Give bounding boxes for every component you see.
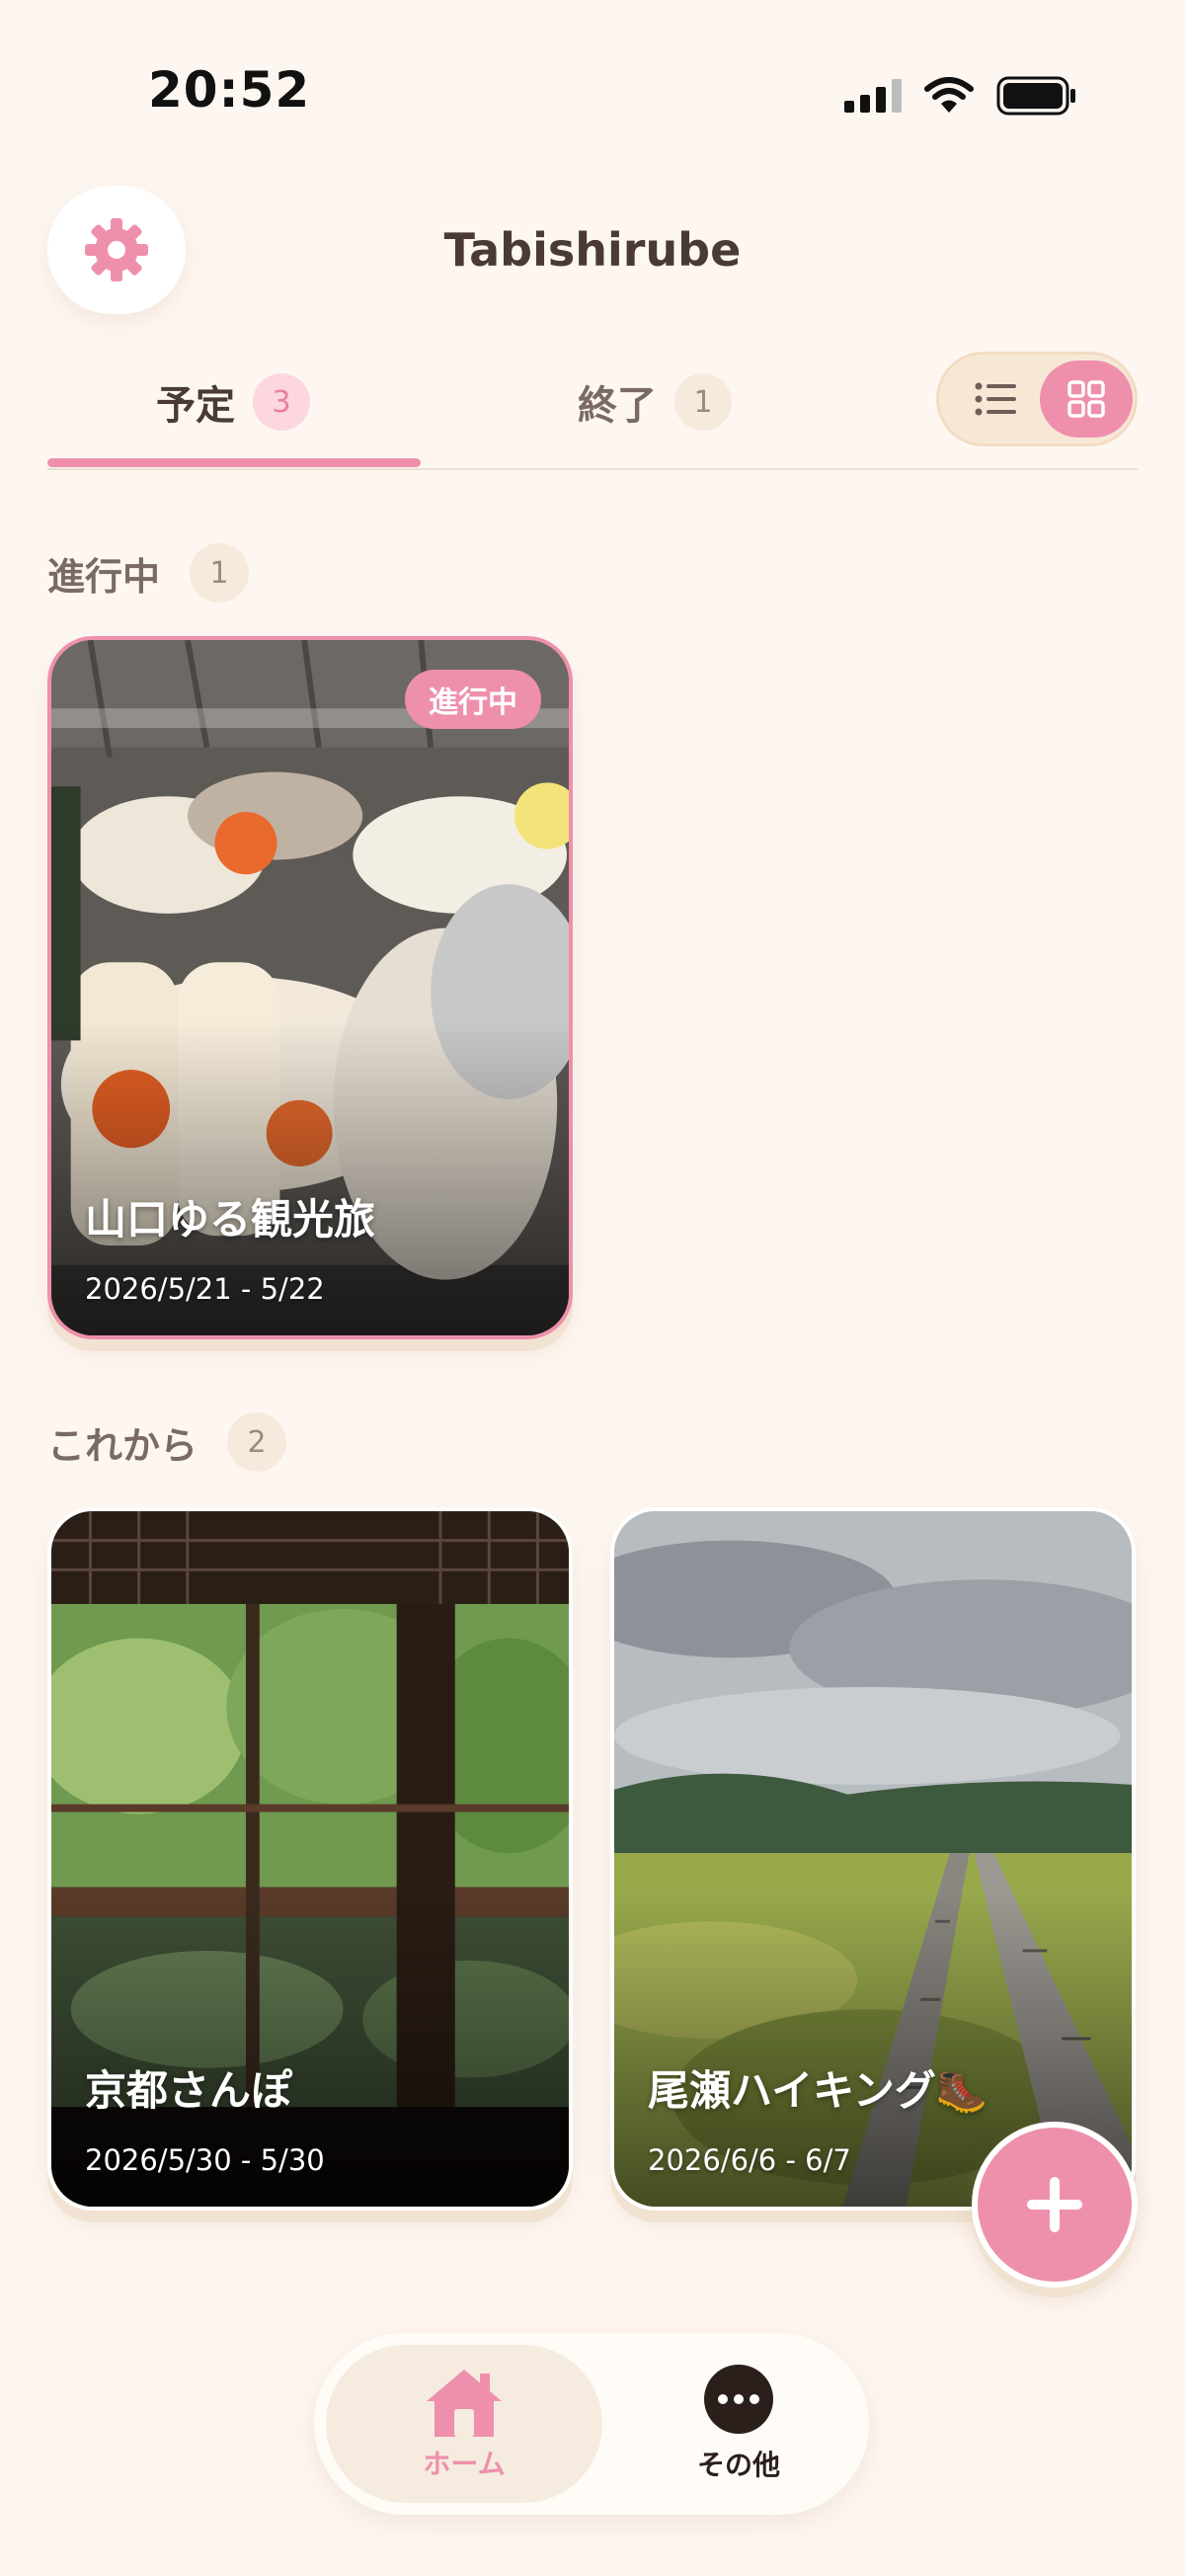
home-icon (427, 2370, 502, 2437)
trip-title: 京都さんぽ (85, 2066, 293, 2115)
trip-title: 尾瀬ハイキング🥾 (648, 2066, 988, 2115)
grid-icon (1067, 380, 1105, 418)
tab-planned[interactable]: 予定 3 (156, 367, 310, 437)
tab-active-indicator (47, 458, 421, 467)
trip-card[interactable]: 進行中 山口ゆる観光旅 2026/5/21 - 5/22 (47, 636, 573, 1339)
trip-title: 山口ゆる観光旅 (85, 1195, 376, 1244)
section-title: これから (47, 1423, 198, 1468)
plus-icon (1027, 2177, 1082, 2232)
trip-dates: 2026/5/21 - 5/22 (85, 1272, 325, 1306)
trip-dates: 2026/5/30 - 5/30 (85, 2143, 325, 2177)
trip-dates: 2026/6/6 - 6/7 (648, 2143, 851, 2177)
tab-count-badge: 1 (674, 373, 732, 431)
wifi-icon (924, 77, 974, 113)
tab-count-badge: 3 (253, 373, 310, 431)
tab-finished[interactable]: 終了 1 (578, 367, 732, 437)
section-header-upcoming: これから 2 (47, 1412, 287, 1472)
app-title: Tabishirube (443, 223, 742, 277)
battery-icon (996, 76, 1075, 116)
cellular-signal-icon (844, 79, 902, 113)
nav-label: その他 (696, 2449, 780, 2481)
section-title: 進行中 (47, 554, 161, 599)
trip-card[interactable]: 尾瀬ハイキング🥾 2026/6/6 - 6/7 (610, 1507, 1136, 2211)
section-count: 2 (227, 1412, 287, 1472)
nav-item-home[interactable]: ホーム (326, 2345, 602, 2503)
list-view-button[interactable] (967, 369, 1026, 429)
list-icon (975, 382, 1016, 416)
ongoing-badge: 進行中 (405, 670, 541, 729)
status-time: 20:52 (148, 61, 311, 119)
view-toggle (936, 352, 1138, 446)
tab-label: 終了 (578, 383, 657, 429)
add-trip-button[interactable] (972, 2122, 1138, 2288)
trip-list-screen: 20:52 Tabishirube 予定 3 終了 1 進行中 1 進行中 山口… (0, 0, 1185, 2576)
section-header-ongoing: 進行中 1 (47, 543, 250, 603)
tab-label: 予定 (156, 383, 235, 429)
nav-item-more[interactable]: その他 (640, 2345, 837, 2503)
grid-view-button[interactable] (1040, 361, 1133, 438)
trip-card[interactable]: 京都さんぽ 2026/5/30 - 5/30 (47, 1507, 573, 2211)
nav-label: ホーム (423, 2448, 506, 2480)
bottom-nav: ホーム その他 (314, 2333, 869, 2515)
section-count: 1 (190, 543, 250, 603)
status-icons (844, 71, 1077, 121)
more-icon (704, 2365, 773, 2434)
tab-divider (47, 468, 1138, 470)
